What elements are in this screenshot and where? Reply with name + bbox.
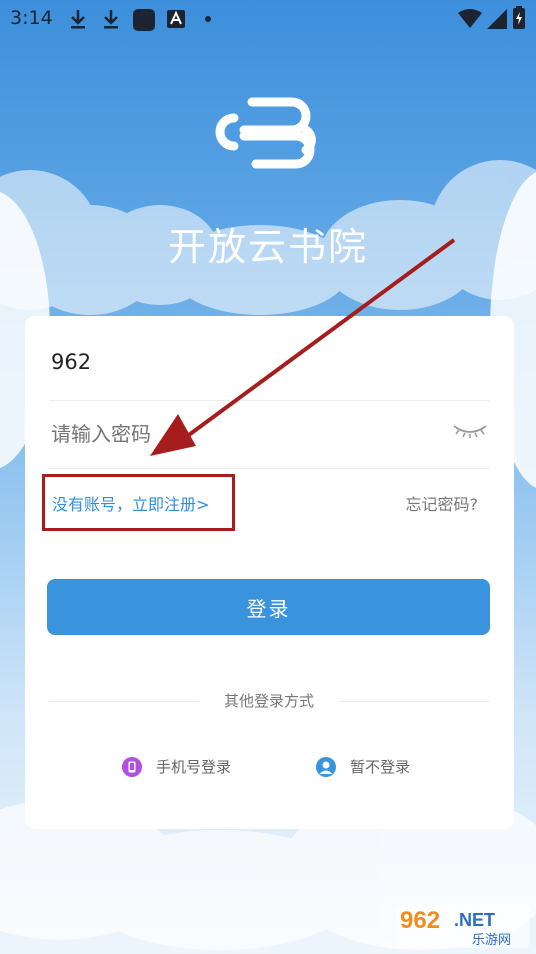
site-watermark-logo: 962 .NET 乐游网 bbox=[396, 904, 530, 948]
svg-text:.NET: .NET bbox=[454, 910, 495, 930]
annotation-highlight-box bbox=[42, 474, 235, 531]
svg-text:乐游网: 乐游网 bbox=[472, 933, 511, 948]
svg-text:962: 962 bbox=[400, 907, 440, 934]
